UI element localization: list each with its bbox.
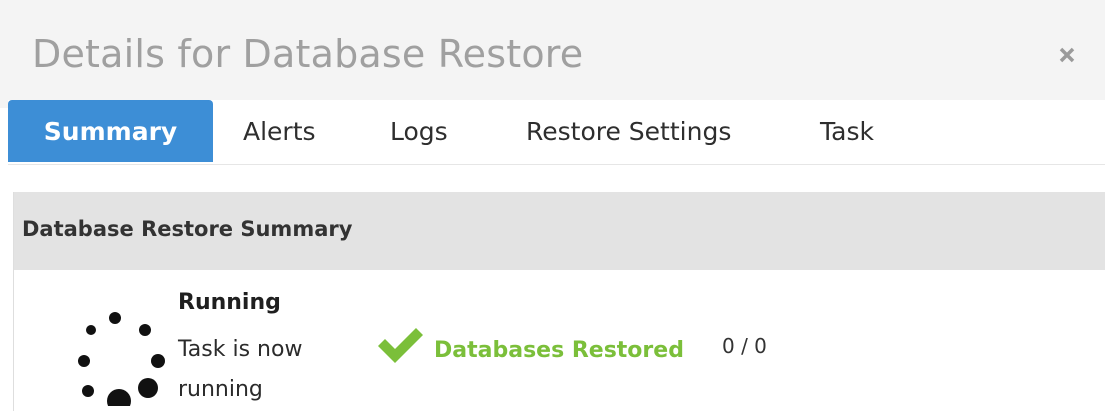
modal-header: Details for Database Restore	[0, 0, 1105, 108]
close-icon	[1053, 40, 1081, 70]
summary-heading: Database Restore Summary	[22, 217, 353, 241]
close-button[interactable]	[1053, 40, 1081, 70]
summary-panel-heading: Database Restore Summary	[14, 192, 1105, 270]
tab-summary[interactable]: Summary	[8, 100, 213, 162]
restore-details-modal: Details for Database Restore Summary Ale…	[0, 0, 1105, 411]
tab-task[interactable]: Task	[820, 100, 874, 162]
tab-alerts[interactable]: Alerts	[243, 100, 316, 162]
loading-spinner-icon	[61, 288, 181, 411]
databases-restored-label: Databases Restored	[434, 338, 684, 363]
tab-restore-settings[interactable]: Restore Settings	[526, 100, 731, 162]
detail-tabs: Summary Alerts Logs Restore Settings Tas…	[8, 100, 1105, 165]
databases-restored-count: 0 / 0	[722, 334, 767, 358]
status-title: Running	[178, 290, 281, 315]
summary-panel: Database Restore Summary Running Task is…	[13, 192, 1105, 411]
modal-title: Details for Database Restore	[32, 32, 584, 76]
status-text: Task is now running	[178, 337, 303, 402]
tab-logs[interactable]: Logs	[390, 100, 448, 162]
check-icon	[375, 326, 425, 366]
summary-panel-body: Running Task is now running Databases Re…	[14, 270, 1105, 411]
